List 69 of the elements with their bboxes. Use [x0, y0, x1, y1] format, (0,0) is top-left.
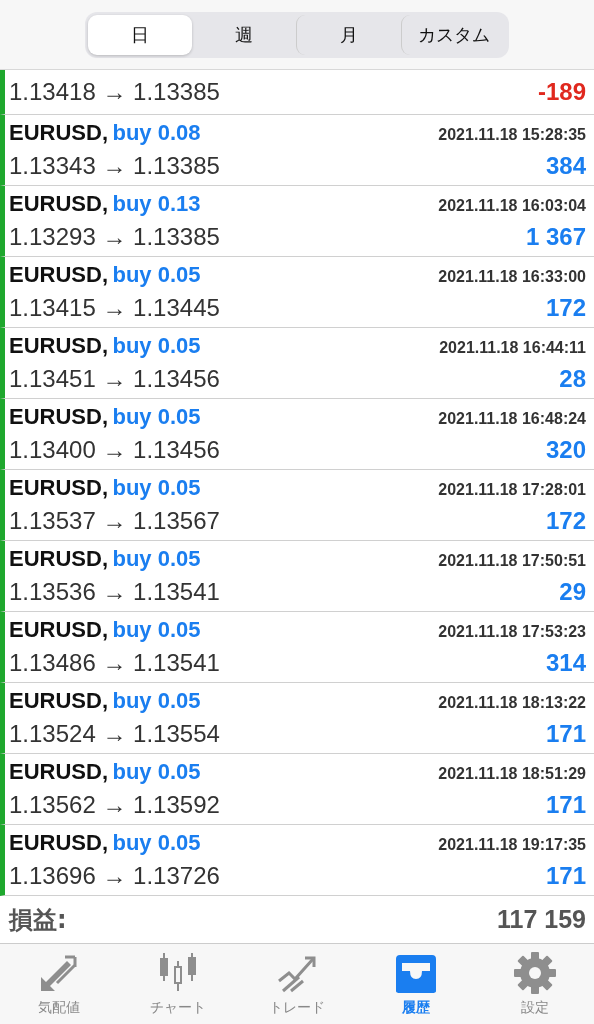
deal-symbol: EURUSD,	[9, 546, 108, 571]
deal-profit: 384	[545, 152, 586, 180]
deal-type: buy 0.05	[112, 830, 201, 855]
period-tab[interactable]: カスタム	[401, 14, 506, 55]
deal-prices: 1.13486 → 1.13541	[9, 649, 220, 677]
deal-prices: 1.13415 → 1.13445	[9, 294, 220, 322]
deal-symbol: EURUSD,	[9, 191, 108, 216]
deal-symbol: EURUSD,	[9, 830, 108, 855]
deal-type: buy 0.05	[112, 546, 201, 571]
deal-time: 2021.11.18 17:50:51	[438, 552, 586, 570]
deal-prices: 1.13536 → 1.13541	[9, 578, 220, 606]
deal-profit: 172	[545, 294, 586, 322]
deal-profit: 171	[545, 862, 586, 890]
deal-profit: 1 367	[525, 223, 586, 251]
tab-bar-item[interactable]: 気配値	[0, 944, 119, 1024]
deal-time: 2021.11.18 16:33:00	[438, 268, 586, 286]
tab-bar-item[interactable]: 設定	[475, 944, 594, 1024]
deal-profit: 28	[559, 365, 586, 393]
deal-prices: 1.13537 → 1.13567	[9, 507, 220, 535]
period-tab[interactable]: 週	[192, 14, 296, 55]
deal-time: 2021.11.18 17:53:23	[438, 623, 586, 641]
deal-prices: 1.13293 → 1.13385	[9, 223, 220, 251]
deal-prices: 1.13400 → 1.13456	[9, 436, 220, 464]
deal-prices: 1.13562 → 1.13592	[9, 791, 220, 819]
deal-symbol: EURUSD,	[9, 333, 108, 358]
deal-time: 2021.11.18 17:28:01	[438, 481, 586, 499]
deal-type: buy 0.13	[112, 191, 201, 216]
deal-time: 2021.11.18 19:17:35	[438, 836, 586, 854]
deal-type: buy 0.05	[112, 759, 201, 784]
deal-profit: 29	[559, 578, 586, 606]
tab-bar-item[interactable]: 履歴	[356, 944, 476, 1024]
deal-time: 2021.11.18 16:03:04	[438, 197, 586, 215]
deal-time: 2021.11.18 16:48:24	[438, 410, 586, 428]
deal-prices: 1.13418 → 1.13385	[9, 78, 220, 106]
tab-bar-item[interactable]: トレード	[237, 944, 357, 1024]
deal-profit: 320	[545, 436, 586, 464]
deal-prices: 1.13524 → 1.13554	[9, 720, 220, 748]
deal-symbol: EURUSD,	[9, 120, 108, 145]
deal-prices: 1.13343 → 1.13385	[9, 152, 220, 180]
period-tab[interactable]: 日	[88, 14, 192, 55]
deal-profit: -189	[537, 78, 586, 106]
deal-prices: 1.13696 → 1.13726	[9, 862, 220, 890]
deal-profit: 171	[545, 791, 586, 819]
summary-value: 117 159	[497, 905, 586, 934]
deal-symbol: EURUSD,	[9, 688, 108, 713]
deal-symbol: EURUSD,	[9, 262, 108, 287]
deal-time: 2021.11.18 15:28:35	[438, 126, 586, 144]
deal-type: buy 0.05	[112, 475, 201, 500]
deal-symbol: EURUSD,	[9, 617, 108, 642]
deal-symbol: EURUSD,	[9, 475, 108, 500]
deal-symbol: EURUSD,	[9, 404, 108, 429]
deal-time: 2021.11.18 18:13:22	[438, 694, 586, 712]
deal-type: buy 0.05	[112, 333, 201, 358]
deal-type: buy 0.05	[112, 262, 201, 287]
deal-type: buy 0.08	[112, 120, 201, 145]
deal-profit: 171	[545, 720, 586, 748]
deal-time: 2021.11.18 16:44:11	[439, 339, 586, 357]
deal-type: buy 0.05	[112, 617, 201, 642]
deal-profit: 172	[545, 507, 586, 535]
deal-type: buy 0.05	[112, 404, 201, 429]
period-tab[interactable]: 月	[296, 14, 401, 55]
deal-type: buy 0.05	[112, 688, 201, 713]
summary-label: 損益:	[9, 904, 67, 936]
deal-time: 2021.11.18 18:51:29	[438, 765, 586, 783]
settings-icon	[512, 951, 557, 995]
deal-profit: 314	[545, 649, 586, 677]
deal-symbol: EURUSD,	[9, 759, 108, 784]
tab-bar-item[interactable]: チャート	[118, 944, 238, 1024]
deal-prices: 1.13451 → 1.13456	[9, 365, 220, 393]
